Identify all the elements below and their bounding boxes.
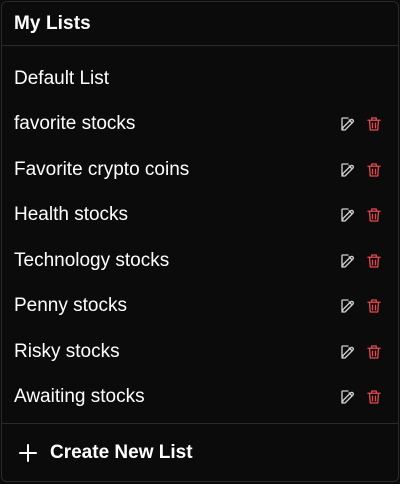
list-item[interactable]: Health stocks: [2, 193, 398, 239]
list-item[interactable]: favorite stocks: [2, 102, 398, 148]
list-item[interactable]: Risky stocks: [2, 329, 398, 375]
panel-header: My Lists: [2, 2, 398, 46]
list-item-actions: [338, 160, 384, 180]
edit-icon[interactable]: [338, 114, 358, 134]
list-item-actions: [338, 205, 384, 225]
list-item-label: Risky stocks: [14, 340, 120, 362]
create-new-list-label: Create New List: [50, 441, 193, 463]
edit-icon[interactable]: [338, 160, 358, 180]
my-lists-panel: My Lists Default List favorite stocks Fa…: [1, 1, 399, 482]
edit-icon[interactable]: [338, 296, 358, 316]
list-item-actions: [338, 251, 384, 271]
trash-icon[interactable]: [364, 342, 384, 362]
list-item-actions: [338, 342, 384, 362]
edit-icon[interactable]: [338, 205, 358, 225]
list-item[interactable]: Awaiting stocks: [2, 375, 398, 421]
edit-icon[interactable]: [338, 387, 358, 407]
list-item-label: Penny stocks: [14, 295, 127, 317]
list-item[interactable]: Technology stocks: [2, 238, 398, 284]
list-item-actions: [338, 387, 384, 407]
list-item-actions: [338, 114, 384, 134]
plus-icon: [18, 443, 38, 463]
list-item-actions: [338, 296, 384, 316]
edit-icon[interactable]: [338, 251, 358, 271]
trash-icon[interactable]: [364, 160, 384, 180]
list-item[interactable]: Favorite crypto coins: [2, 147, 398, 193]
list-item-label: Awaiting stocks: [14, 386, 145, 408]
lists-list: Default List favorite stocks Favorite cr…: [2, 56, 398, 420]
trash-icon[interactable]: [364, 387, 384, 407]
list-item-label: favorite stocks: [14, 113, 136, 135]
trash-icon[interactable]: [364, 251, 384, 271]
trash-icon[interactable]: [364, 114, 384, 134]
trash-icon[interactable]: [364, 205, 384, 225]
list-item-label: Default List: [14, 67, 110, 89]
list-item-label: Health stocks: [14, 204, 129, 226]
create-new-list-button[interactable]: Create New List: [2, 423, 398, 481]
list-item-default[interactable]: Default List: [2, 56, 398, 102]
trash-icon[interactable]: [364, 296, 384, 316]
edit-icon[interactable]: [338, 342, 358, 362]
list-item-label: Favorite crypto coins: [14, 158, 190, 180]
panel-title: My Lists: [14, 12, 91, 34]
list-item-label: Technology stocks: [14, 249, 170, 271]
list-item[interactable]: Penny stocks: [2, 284, 398, 330]
